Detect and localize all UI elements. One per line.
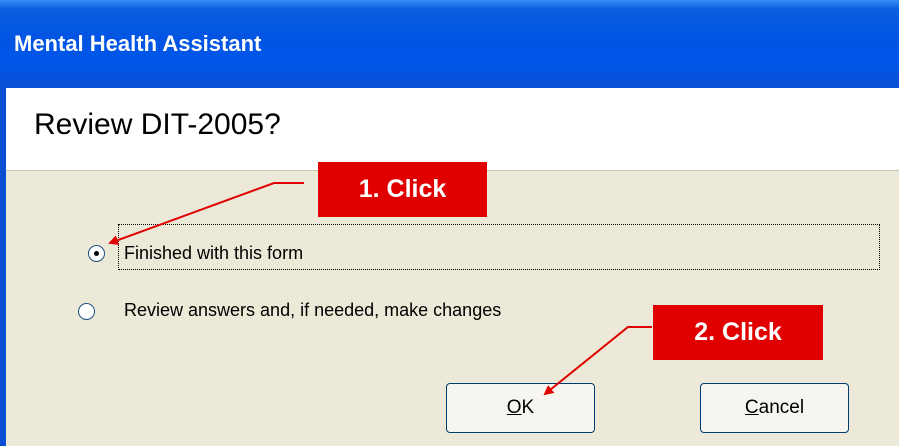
annotation-arrows [108,182,652,396]
arrow-1 [108,182,304,245]
callout-step-2: 2. Click [653,305,823,360]
callout-step-1: 1. Click [318,162,487,217]
arrow-2 [543,326,652,396]
